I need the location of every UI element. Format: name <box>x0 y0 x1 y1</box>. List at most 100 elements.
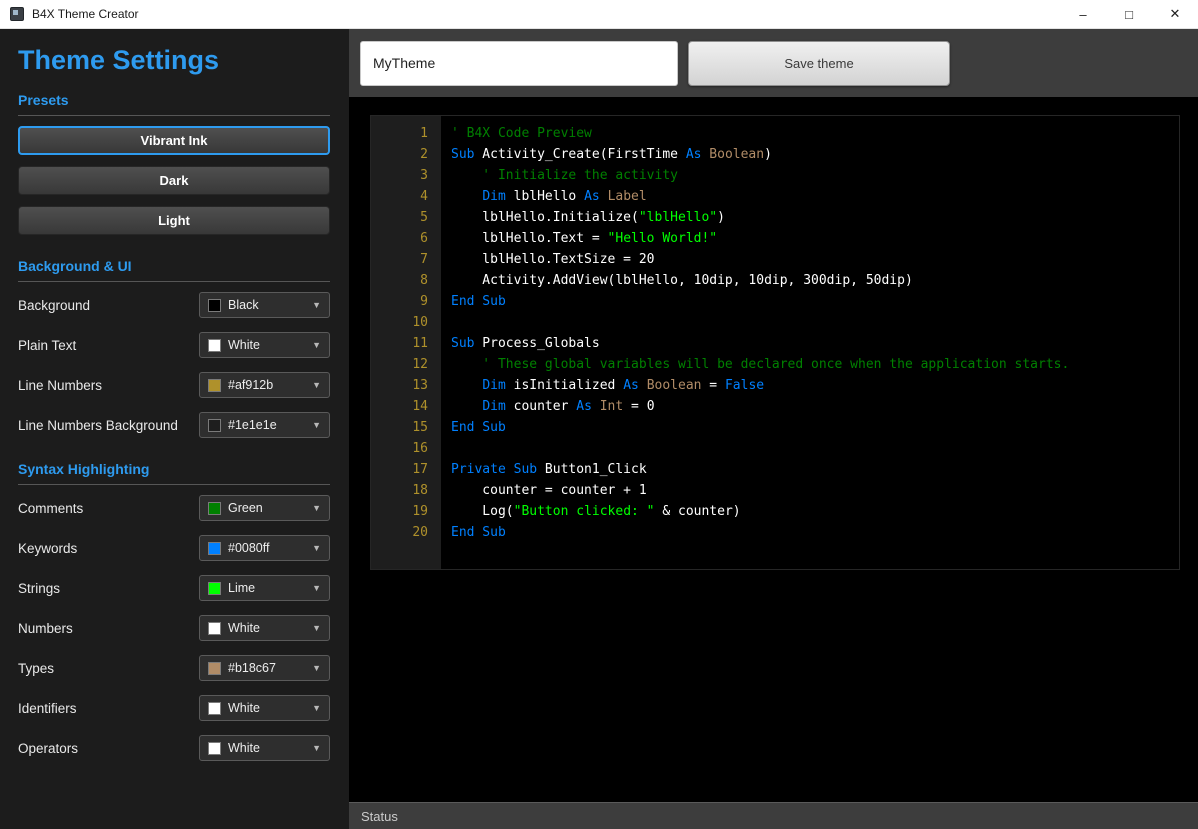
setting-label: Line Numbers <box>18 378 102 393</box>
titlebar: B4X Theme Creator – □ ✕ <box>0 0 1198 29</box>
code-line: 4 Dim lblHello As Label <box>371 186 1179 207</box>
setting-label: Operators <box>18 741 78 756</box>
color-dropdown-line-numbers-background[interactable]: #1e1e1e ▼ <box>199 412 330 438</box>
code-text: End Sub <box>441 417 506 438</box>
color-swatch <box>208 582 221 595</box>
setting-label: Types <box>18 661 54 676</box>
color-dropdown-strings[interactable]: Lime▼ <box>199 575 330 601</box>
preset-button-light[interactable]: Light <box>18 206 330 235</box>
page-title: Theme Settings <box>18 45 330 76</box>
color-dropdown-plain-text[interactable]: White ▼ <box>199 332 330 358</box>
setting-label: Comments <box>18 501 83 516</box>
line-number: 8 <box>371 270 441 291</box>
close-button[interactable]: ✕ <box>1152 0 1198 28</box>
save-theme-button[interactable]: Save theme <box>688 41 950 86</box>
line-number: 3 <box>371 165 441 186</box>
setting-label: Strings <box>18 581 60 596</box>
color-swatch <box>208 742 221 755</box>
setting-label: Identifiers <box>18 701 77 716</box>
dropdown-value: Black <box>228 298 305 312</box>
dropdown-value: White <box>228 338 305 352</box>
setting-label: Plain Text <box>18 338 76 353</box>
code-text: counter = counter + 1 <box>441 480 647 501</box>
chevron-down-icon: ▼ <box>312 300 321 310</box>
chevron-down-icon: ▼ <box>312 543 321 553</box>
line-number: 4 <box>371 186 441 207</box>
color-dropdown-operators[interactable]: White ▼ <box>199 735 330 761</box>
dropdown-value: #0080ff <box>228 541 305 555</box>
color-dropdown-keywords[interactable]: #0080ff ▼ <box>199 535 330 561</box>
code-text: lblHello.TextSize = 20 <box>441 249 655 270</box>
code-text: Log("Button clicked: " & counter) <box>441 501 741 522</box>
code-line: 11Sub Process_Globals <box>371 333 1179 354</box>
minimize-button[interactable]: – <box>1060 0 1106 28</box>
color-dropdown-numbers[interactable]: White▼ <box>199 615 330 641</box>
code-text: ' These global variables will be declare… <box>441 354 1069 375</box>
dropdown-value: White <box>228 741 305 755</box>
color-dropdown-types[interactable]: #b18c67▼ <box>199 655 330 681</box>
setting-label: Numbers <box>18 621 73 636</box>
code-line: 2Sub Activity_Create(FirstTime As Boolea… <box>371 144 1179 165</box>
color-dropdown-line-numbers[interactable]: #af912b ▼ <box>199 372 330 398</box>
code-text: ' Initialize the activity <box>441 165 678 186</box>
code-line: 15End Sub <box>371 417 1179 438</box>
dropdown-value: #af912b <box>228 378 305 392</box>
color-dropdown-identifiers[interactable]: White▼ <box>199 695 330 721</box>
setting-row-background: BackgroundBlack▼ <box>18 292 330 318</box>
color-swatch <box>208 419 221 432</box>
chevron-down-icon: ▼ <box>312 340 321 350</box>
maximize-button[interactable]: □ <box>1106 0 1152 28</box>
code-text: Sub Process_Globals <box>441 333 600 354</box>
window-controls: – □ ✕ <box>1060 0 1198 28</box>
line-number: 2 <box>371 144 441 165</box>
line-number: 17 <box>371 459 441 480</box>
line-number: 1 <box>371 123 441 144</box>
code-line: 8 Activity.AddView(lblHello, 10dip, 10di… <box>371 270 1179 291</box>
chevron-down-icon: ▼ <box>312 380 321 390</box>
color-dropdown-comments[interactable]: Green▼ <box>199 495 330 521</box>
color-swatch <box>208 379 221 392</box>
presets-group: Vibrant Ink Dark Light <box>18 126 330 235</box>
chevron-down-icon: ▼ <box>312 623 321 633</box>
line-number: 16 <box>371 438 441 459</box>
setting-row-numbers: Numbers White▼ <box>18 615 330 641</box>
color-dropdown-background[interactable]: Black ▼ <box>199 292 330 318</box>
setting-row-line-numbers-background: Line Numbers Background #1e1e1e ▼ <box>18 412 330 438</box>
setting-label: Line Numbers Background <box>18 418 178 433</box>
code-text <box>441 312 451 333</box>
line-number: 20 <box>371 522 441 543</box>
preset-button-dark[interactable]: Dark <box>18 166 330 195</box>
code-line: 14 Dim counter As Int = 0 <box>371 396 1179 417</box>
code-text <box>441 438 451 459</box>
chevron-down-icon: ▼ <box>312 663 321 673</box>
code-line: 17Private Sub Button1_Click <box>371 459 1179 480</box>
line-number: 13 <box>371 375 441 396</box>
code-text: lblHello.Text = "Hello World!" <box>441 228 717 249</box>
chevron-down-icon: ▼ <box>312 703 321 713</box>
dropdown-value: #1e1e1e <box>228 418 305 432</box>
code-text: End Sub <box>441 522 506 543</box>
code-line: 6 lblHello.Text = "Hello World!" <box>371 228 1179 249</box>
code-line: 9End Sub <box>371 291 1179 312</box>
setting-row-keywords: Keywords#0080ff▼ <box>18 535 330 561</box>
code-editor[interactable]: 1' B4X Code Preview2Sub Activity_Create(… <box>370 115 1180 570</box>
code-line: 13 Dim isInitialized As Boolean = False <box>371 375 1179 396</box>
color-swatch <box>208 502 221 515</box>
code-text: Dim isInitialized As Boolean = False <box>441 375 764 396</box>
color-swatch <box>208 702 221 715</box>
code-text: ' B4X Code Preview <box>441 123 592 144</box>
line-number: 12 <box>371 354 441 375</box>
line-number: 7 <box>371 249 441 270</box>
theme-name-input[interactable] <box>360 41 678 86</box>
chevron-down-icon: ▼ <box>312 420 321 430</box>
line-number: 18 <box>371 480 441 501</box>
status-label: Status <box>361 809 398 824</box>
code-text: lblHello.Initialize("lblHello") <box>441 207 725 228</box>
section-header-syntax-highlighting: Syntax Highlighting <box>18 461 330 485</box>
chevron-down-icon: ▼ <box>312 743 321 753</box>
code-line: 19 Log("Button clicked: " & counter) <box>371 501 1179 522</box>
preset-button-vibrant-ink[interactable]: Vibrant Ink <box>18 126 330 155</box>
code-text: Private Sub Button1_Click <box>441 459 647 480</box>
status-bar: Status <box>349 802 1198 829</box>
syntax-highlighting-settings: CommentsGreen▼Keywords#0080ff▼StringsLim… <box>18 495 330 761</box>
